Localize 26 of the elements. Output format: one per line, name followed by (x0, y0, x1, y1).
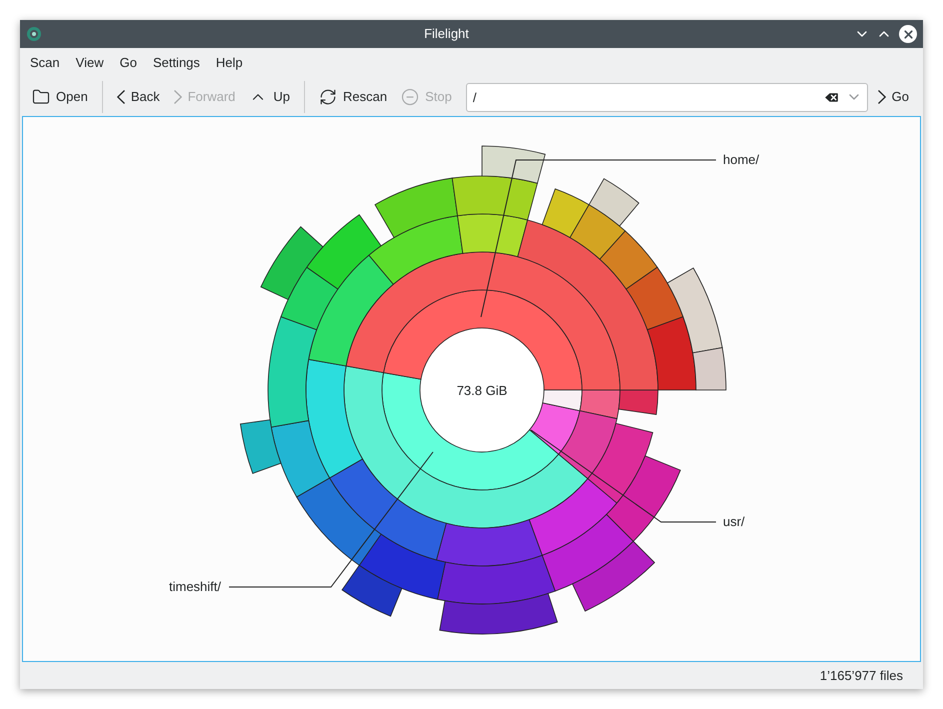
menu-item[interactable]: Settings (144, 53, 208, 73)
path-field[interactable]: / (466, 82, 868, 112)
go-icon (878, 90, 886, 104)
menu-item[interactable]: Go (112, 53, 145, 73)
menu-item[interactable]: Help (208, 53, 251, 73)
toolbar-button[interactable]: Back (110, 82, 166, 112)
folder-label: timeshift/ (168, 579, 221, 594)
close-button[interactable] (899, 25, 917, 43)
refresh-icon (319, 88, 338, 106)
toolbar-button[interactable]: Open (26, 82, 94, 112)
folder-icon (32, 88, 50, 106)
app-icon (26, 26, 42, 42)
back-icon (116, 90, 125, 104)
folder-label: usr/ (723, 514, 745, 529)
menu-item[interactable]: View (68, 53, 112, 73)
folder-label: home/ (723, 152, 760, 167)
file-count: 1’165’977 files (820, 666, 903, 685)
go-button[interactable]: Go (870, 82, 917, 112)
window-title: Filelight (423, 25, 470, 44)
stop-icon (401, 88, 420, 106)
forward-icon (174, 90, 182, 104)
menu-item[interactable]: Scan (22, 53, 68, 73)
total-size: 73.8 GiB (456, 383, 508, 398)
toolbar-button[interactable]: Rescan (313, 82, 394, 112)
toolbar-button[interactable]: Up (243, 82, 296, 112)
close-icon (902, 28, 914, 40)
